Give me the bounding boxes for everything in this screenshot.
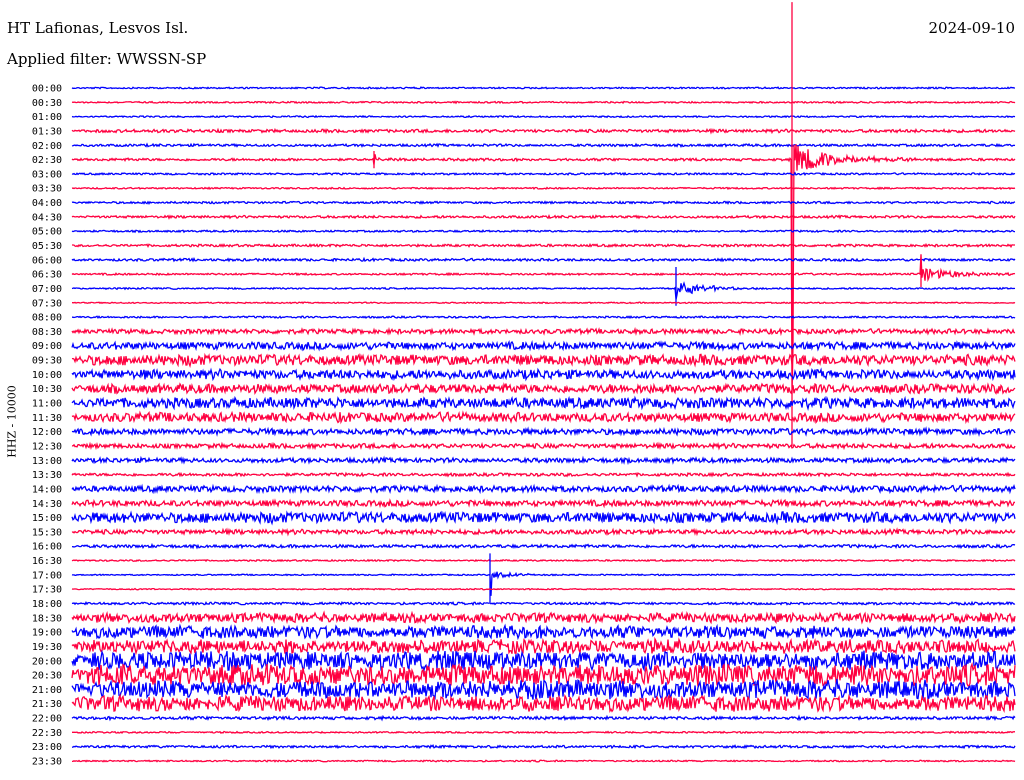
seismic-trace-1000 bbox=[71, 367, 1016, 382]
seismic-trace-1930 bbox=[71, 636, 1016, 656]
trace-time-label: 07:30 bbox=[32, 298, 62, 309]
trace-time-label: 06:30 bbox=[32, 270, 62, 281]
trace-time-label: 03:00 bbox=[32, 169, 62, 180]
trace-time-label: 04:30 bbox=[32, 212, 62, 223]
trace-time-label: 16:00 bbox=[32, 542, 62, 553]
trace-time-label: 17:30 bbox=[32, 585, 62, 596]
trace-time-label: 11:30 bbox=[32, 413, 62, 424]
seismic-trace-0930 bbox=[71, 352, 1016, 368]
trace-time-label: 02:00 bbox=[32, 141, 62, 152]
seismic-trace-0130 bbox=[71, 127, 1016, 135]
trace-time-label: 04:00 bbox=[32, 198, 62, 209]
trace-time-label: 06:00 bbox=[32, 255, 62, 266]
trace-time-label: 20:30 bbox=[32, 671, 62, 682]
seismic-trace-0430 bbox=[71, 213, 1016, 220]
seismic-trace-2100 bbox=[71, 678, 1016, 701]
trace-time-label: 01:30 bbox=[32, 126, 62, 137]
trace-time-label: 02:30 bbox=[32, 155, 62, 166]
trace-time-label: 18:00 bbox=[32, 599, 62, 610]
trace-time-label: 17:00 bbox=[32, 570, 62, 581]
trace-time-label: 15:30 bbox=[32, 527, 62, 538]
trace-time-label: 18:30 bbox=[32, 613, 62, 624]
seismic-trace-1330 bbox=[71, 471, 1016, 478]
trace-time-label: 19:30 bbox=[32, 642, 62, 653]
trace-time-label: 10:30 bbox=[32, 384, 62, 395]
seismic-trace-0100 bbox=[71, 114, 1016, 119]
trace-time-label: 12:30 bbox=[32, 441, 62, 452]
trace-time-label: 01:00 bbox=[32, 112, 62, 123]
seismic-trace-0700 bbox=[71, 267, 1016, 306]
trace-time-label: 14:30 bbox=[32, 499, 62, 510]
trace-time-label: 11:00 bbox=[32, 399, 62, 410]
trace-time-label: 14:00 bbox=[32, 484, 62, 495]
trace-time-label: 10:00 bbox=[32, 370, 62, 381]
trace-time-label: 20:00 bbox=[32, 656, 62, 667]
seismic-trace-1100 bbox=[71, 395, 1016, 412]
seismic-trace-2130 bbox=[71, 693, 1016, 713]
trace-time-label: 09:00 bbox=[32, 341, 62, 352]
seismic-trace-0400 bbox=[71, 200, 1016, 206]
seismic-trace-0730 bbox=[72, 301, 1016, 305]
seismic-trace-0330 bbox=[71, 186, 1016, 191]
seismic-trace-0200 bbox=[71, 142, 1016, 149]
seismic-trace-0000 bbox=[71, 86, 1015, 90]
seismic-trace-1530 bbox=[71, 527, 1016, 537]
seismic-trace-1500 bbox=[71, 510, 1016, 526]
seismic-trace-1600 bbox=[71, 542, 1016, 550]
seismic-trace-1200 bbox=[71, 426, 1016, 437]
trace-time-label: 07:00 bbox=[32, 284, 62, 295]
trace-time-label: 19:00 bbox=[32, 628, 62, 639]
seismic-trace-0500 bbox=[71, 229, 1015, 234]
seismic-trace-0900 bbox=[71, 339, 1016, 352]
seismic-trace-1630 bbox=[71, 558, 1016, 563]
seismic-trace-1430 bbox=[71, 498, 1016, 509]
trace-time-label: 13:30 bbox=[32, 470, 62, 481]
seismic-trace-1730 bbox=[71, 587, 1016, 591]
seismic-trace-1030 bbox=[71, 382, 1016, 396]
trace-time-label: 15:00 bbox=[32, 513, 62, 524]
seismic-trace-2300 bbox=[71, 743, 1016, 750]
seismic-trace-1400 bbox=[71, 483, 1016, 495]
helicorder-plot: 00:00 00:30 01:00 01:30 02:00 02:30 03:00 03:30… bbox=[32, 2, 1016, 768]
trace-time-label: 12:00 bbox=[32, 427, 62, 438]
trace-time-label: 08:00 bbox=[32, 313, 62, 324]
trace-time-label: 23:00 bbox=[32, 742, 62, 753]
seismic-trace-1230 bbox=[71, 441, 1016, 451]
trace-time-label: 16:30 bbox=[32, 556, 62, 567]
seismic-trace-2200 bbox=[71, 714, 1016, 722]
trace-time-label: 09:30 bbox=[32, 356, 62, 367]
seismic-trace-0600 bbox=[71, 256, 1016, 263]
trace-time-label: 05:00 bbox=[32, 227, 62, 238]
trace-time-label: 21:30 bbox=[32, 699, 62, 710]
seismic-trace-0530 bbox=[72, 242, 1015, 249]
trace-time-label: 21:00 bbox=[32, 685, 62, 696]
trace-time-label: 05:30 bbox=[32, 241, 62, 252]
trace-time-label: 00:00 bbox=[32, 84, 62, 95]
trace-time-label: 00:30 bbox=[32, 98, 62, 109]
seismic-trace-0300 bbox=[71, 171, 1016, 177]
seismic-trace-0030 bbox=[71, 100, 1016, 105]
seismic-trace-0830 bbox=[71, 326, 1016, 337]
seismic-trace-1130 bbox=[71, 410, 1016, 425]
seismic-trace-2230 bbox=[72, 730, 1016, 735]
seismic-trace-1300 bbox=[71, 455, 1016, 466]
seismic-trace-1830 bbox=[71, 610, 1016, 625]
trace-time-label: 23:30 bbox=[32, 757, 62, 768]
seismic-trace-2000 bbox=[71, 649, 1016, 673]
trace-time-label: 13:00 bbox=[32, 456, 62, 467]
seismic-trace-1800 bbox=[71, 600, 1016, 607]
seismic-trace-0800 bbox=[72, 315, 1016, 320]
seismic-trace-1900 bbox=[71, 623, 1016, 641]
trace-time-label: 22:00 bbox=[32, 714, 62, 725]
trace-time-label: 22:30 bbox=[32, 728, 62, 739]
seismic-trace-2330 bbox=[72, 759, 1016, 763]
trace-time-label: 08:30 bbox=[32, 327, 62, 338]
trace-time-label: 03:30 bbox=[32, 184, 62, 195]
